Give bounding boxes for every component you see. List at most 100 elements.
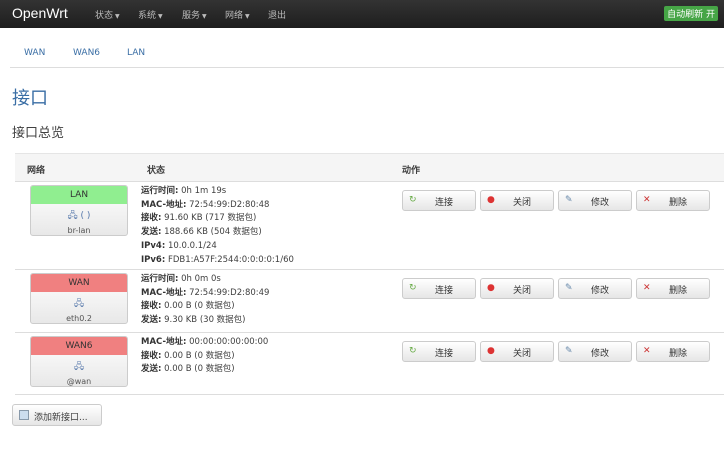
status-value: FDB1:A57F:2544:0:0:0:0:1/60	[167, 254, 294, 265]
device-icon-label: ( )	[80, 211, 91, 221]
header-network: 网络	[27, 166, 46, 176]
status-key: 发送:	[141, 315, 162, 326]
button-label: 关闭	[512, 349, 531, 359]
caret-down-icon: ▼	[158, 13, 163, 20]
menu-label: 服务	[182, 11, 201, 21]
status-key: MAC-地址:	[141, 199, 187, 210]
menu-network[interactable]: 网络 ▼	[225, 8, 250, 21]
interface-badge: LAN 🖧 ( ) br-lan	[30, 185, 128, 236]
status-line: IPv4: 10.0.0.1/24	[141, 240, 294, 254]
status-value: 0h 1m 19s	[181, 186, 227, 196]
status-key: MAC-地址:	[141, 287, 187, 298]
button-label: 修改	[590, 198, 609, 208]
button-label: 修改	[590, 286, 609, 296]
status-line: 发送: 0.00 B (0 数据包)	[141, 363, 268, 377]
device-name: br-lan	[67, 226, 91, 235]
stop-button[interactable]: ● 关闭	[480, 278, 554, 299]
status-line: 运行时间: 0h 1m 19s	[141, 185, 294, 199]
add-interface-label: 添加新接口...	[34, 413, 88, 423]
interface-name: WAN6	[31, 337, 127, 355]
status-value: 72:54:99:D2:80:49	[189, 287, 270, 298]
button-label: 删除	[668, 349, 687, 359]
tab-wan6[interactable]: WAN6	[73, 48, 100, 58]
header-actions: 动作	[402, 166, 421, 176]
connect-button[interactable]: ↻ 连接	[402, 190, 476, 211]
interface-status: 运行时间: 0h 1m 19s MAC-地址: 72:54:99:D2:80:48…	[141, 185, 294, 267]
add-icon	[19, 410, 29, 420]
header-status: 状态	[147, 166, 166, 176]
status-key: 接收:	[141, 301, 162, 312]
status-key: 发送:	[141, 364, 162, 375]
section-title: 接口总览	[12, 126, 65, 141]
menu-label: 系统	[138, 11, 157, 21]
stop-button[interactable]: ● 关闭	[480, 190, 554, 211]
status-value: 0.00 B (0 数据包)	[164, 301, 235, 312]
status-value: 0h 0m 0s	[181, 274, 221, 284]
status-line: 发送: 188.66 KB (504 数据包)	[141, 226, 294, 240]
edit-button[interactable]: ✎ 修改	[558, 190, 632, 211]
menu-system[interactable]: 系统 ▼	[138, 8, 163, 21]
button-label: 连接	[434, 286, 453, 296]
status-key: 运行时间:	[141, 274, 179, 284]
edit-button[interactable]: ✎ 修改	[558, 341, 632, 362]
interface-badge: WAN 🖧 eth0.2	[30, 273, 128, 324]
table-row: WAN6 🖧 @wan MAC-地址: 00:00:00:00:00:00 接收:…	[15, 333, 724, 395]
network-device-icon: 🖧	[73, 299, 85, 309]
status-line: MAC-地址: 72:54:99:D2:80:48	[141, 199, 294, 213]
button-label: 连接	[434, 198, 453, 208]
tab-wan[interactable]: WAN	[24, 48, 45, 58]
status-key: 发送:	[141, 227, 162, 238]
status-line: MAC-地址: 00:00:00:00:00:00	[141, 336, 268, 350]
add-interface-button[interactable]: 添加新接口...	[12, 404, 102, 426]
stop-button[interactable]: ● 关闭	[480, 341, 554, 362]
status-line: 接收: 91.60 KB (717 数据包)	[141, 212, 294, 226]
table-row: WAN 🖧 eth0.2 运行时间: 0h 0m 0s MAC-地址: 72:54…	[15, 270, 724, 333]
menu-label: 网络	[225, 11, 244, 21]
connect-button[interactable]: ↻ 连接	[402, 341, 476, 362]
status-line: 接收: 0.00 B (0 数据包)	[141, 300, 269, 314]
button-label: 连接	[434, 349, 453, 359]
menu-status[interactable]: 状态 ▼	[95, 8, 120, 21]
network-device-icon: 🖧 ( )	[67, 211, 91, 221]
status-key: MAC-地址:	[141, 337, 187, 347]
status-key: IPv4:	[141, 240, 166, 251]
button-label: 关闭	[512, 286, 531, 296]
interface-name: LAN	[31, 186, 127, 204]
button-label: 关闭	[512, 198, 531, 208]
brand-logo[interactable]: OpenWrt	[12, 5, 68, 21]
status-value: 188.66 KB (504 数据包)	[164, 227, 262, 238]
edit-button[interactable]: ✎ 修改	[558, 278, 632, 299]
autorefresh-toggle[interactable]: 自动刷新 开	[664, 6, 718, 21]
menu-services[interactable]: 服务 ▼	[182, 8, 207, 21]
status-key: 接收:	[141, 350, 162, 361]
status-value: 0.00 B (0 数据包)	[164, 364, 235, 375]
button-label: 删除	[668, 286, 687, 296]
status-value: 72:54:99:D2:80:48	[189, 199, 270, 210]
device-name: @wan	[66, 377, 92, 386]
status-line: 接收: 0.00 B (0 数据包)	[141, 350, 268, 364]
menu-logout[interactable]: 退出	[268, 8, 286, 21]
device-name: eth0.2	[66, 314, 92, 323]
interface-badge: WAN6 🖧 @wan	[30, 336, 128, 387]
network-device-icon: 🖧	[73, 362, 85, 372]
status-line: IPv6: FDB1:A57F:2544:0:0:0:0:1/60	[141, 254, 294, 268]
delete-button[interactable]: ✕ 删除	[636, 278, 710, 299]
button-label: 删除	[668, 198, 687, 208]
connect-button[interactable]: ↻ 连接	[402, 278, 476, 299]
status-value: 0.00 B (0 数据包)	[164, 350, 235, 361]
status-line: 运行时间: 0h 0m 0s	[141, 273, 269, 287]
menu-label: 状态	[95, 11, 114, 21]
status-value: 10.0.0.1/24	[167, 240, 217, 251]
table-header: 网络 状态 动作	[15, 153, 724, 182]
delete-button[interactable]: ✕ 删除	[636, 341, 710, 362]
delete-button[interactable]: ✕ 删除	[636, 190, 710, 211]
caret-down-icon: ▼	[115, 13, 120, 20]
tab-lan[interactable]: LAN	[127, 48, 145, 58]
interface-status: 运行时间: 0h 0m 0s MAC-地址: 72:54:99:D2:80:49 接…	[141, 273, 269, 328]
table-row: LAN 🖧 ( ) br-lan 运行时间: 0h 1m 19s MAC-地址: …	[15, 182, 724, 270]
status-key: 接收:	[141, 213, 162, 224]
interface-tabs: WAN WAN6 LAN	[10, 40, 724, 68]
caret-down-icon: ▼	[245, 13, 250, 20]
interface-name: WAN	[31, 274, 127, 292]
interface-status: MAC-地址: 00:00:00:00:00:00 接收: 0.00 B (0 数…	[141, 336, 268, 377]
